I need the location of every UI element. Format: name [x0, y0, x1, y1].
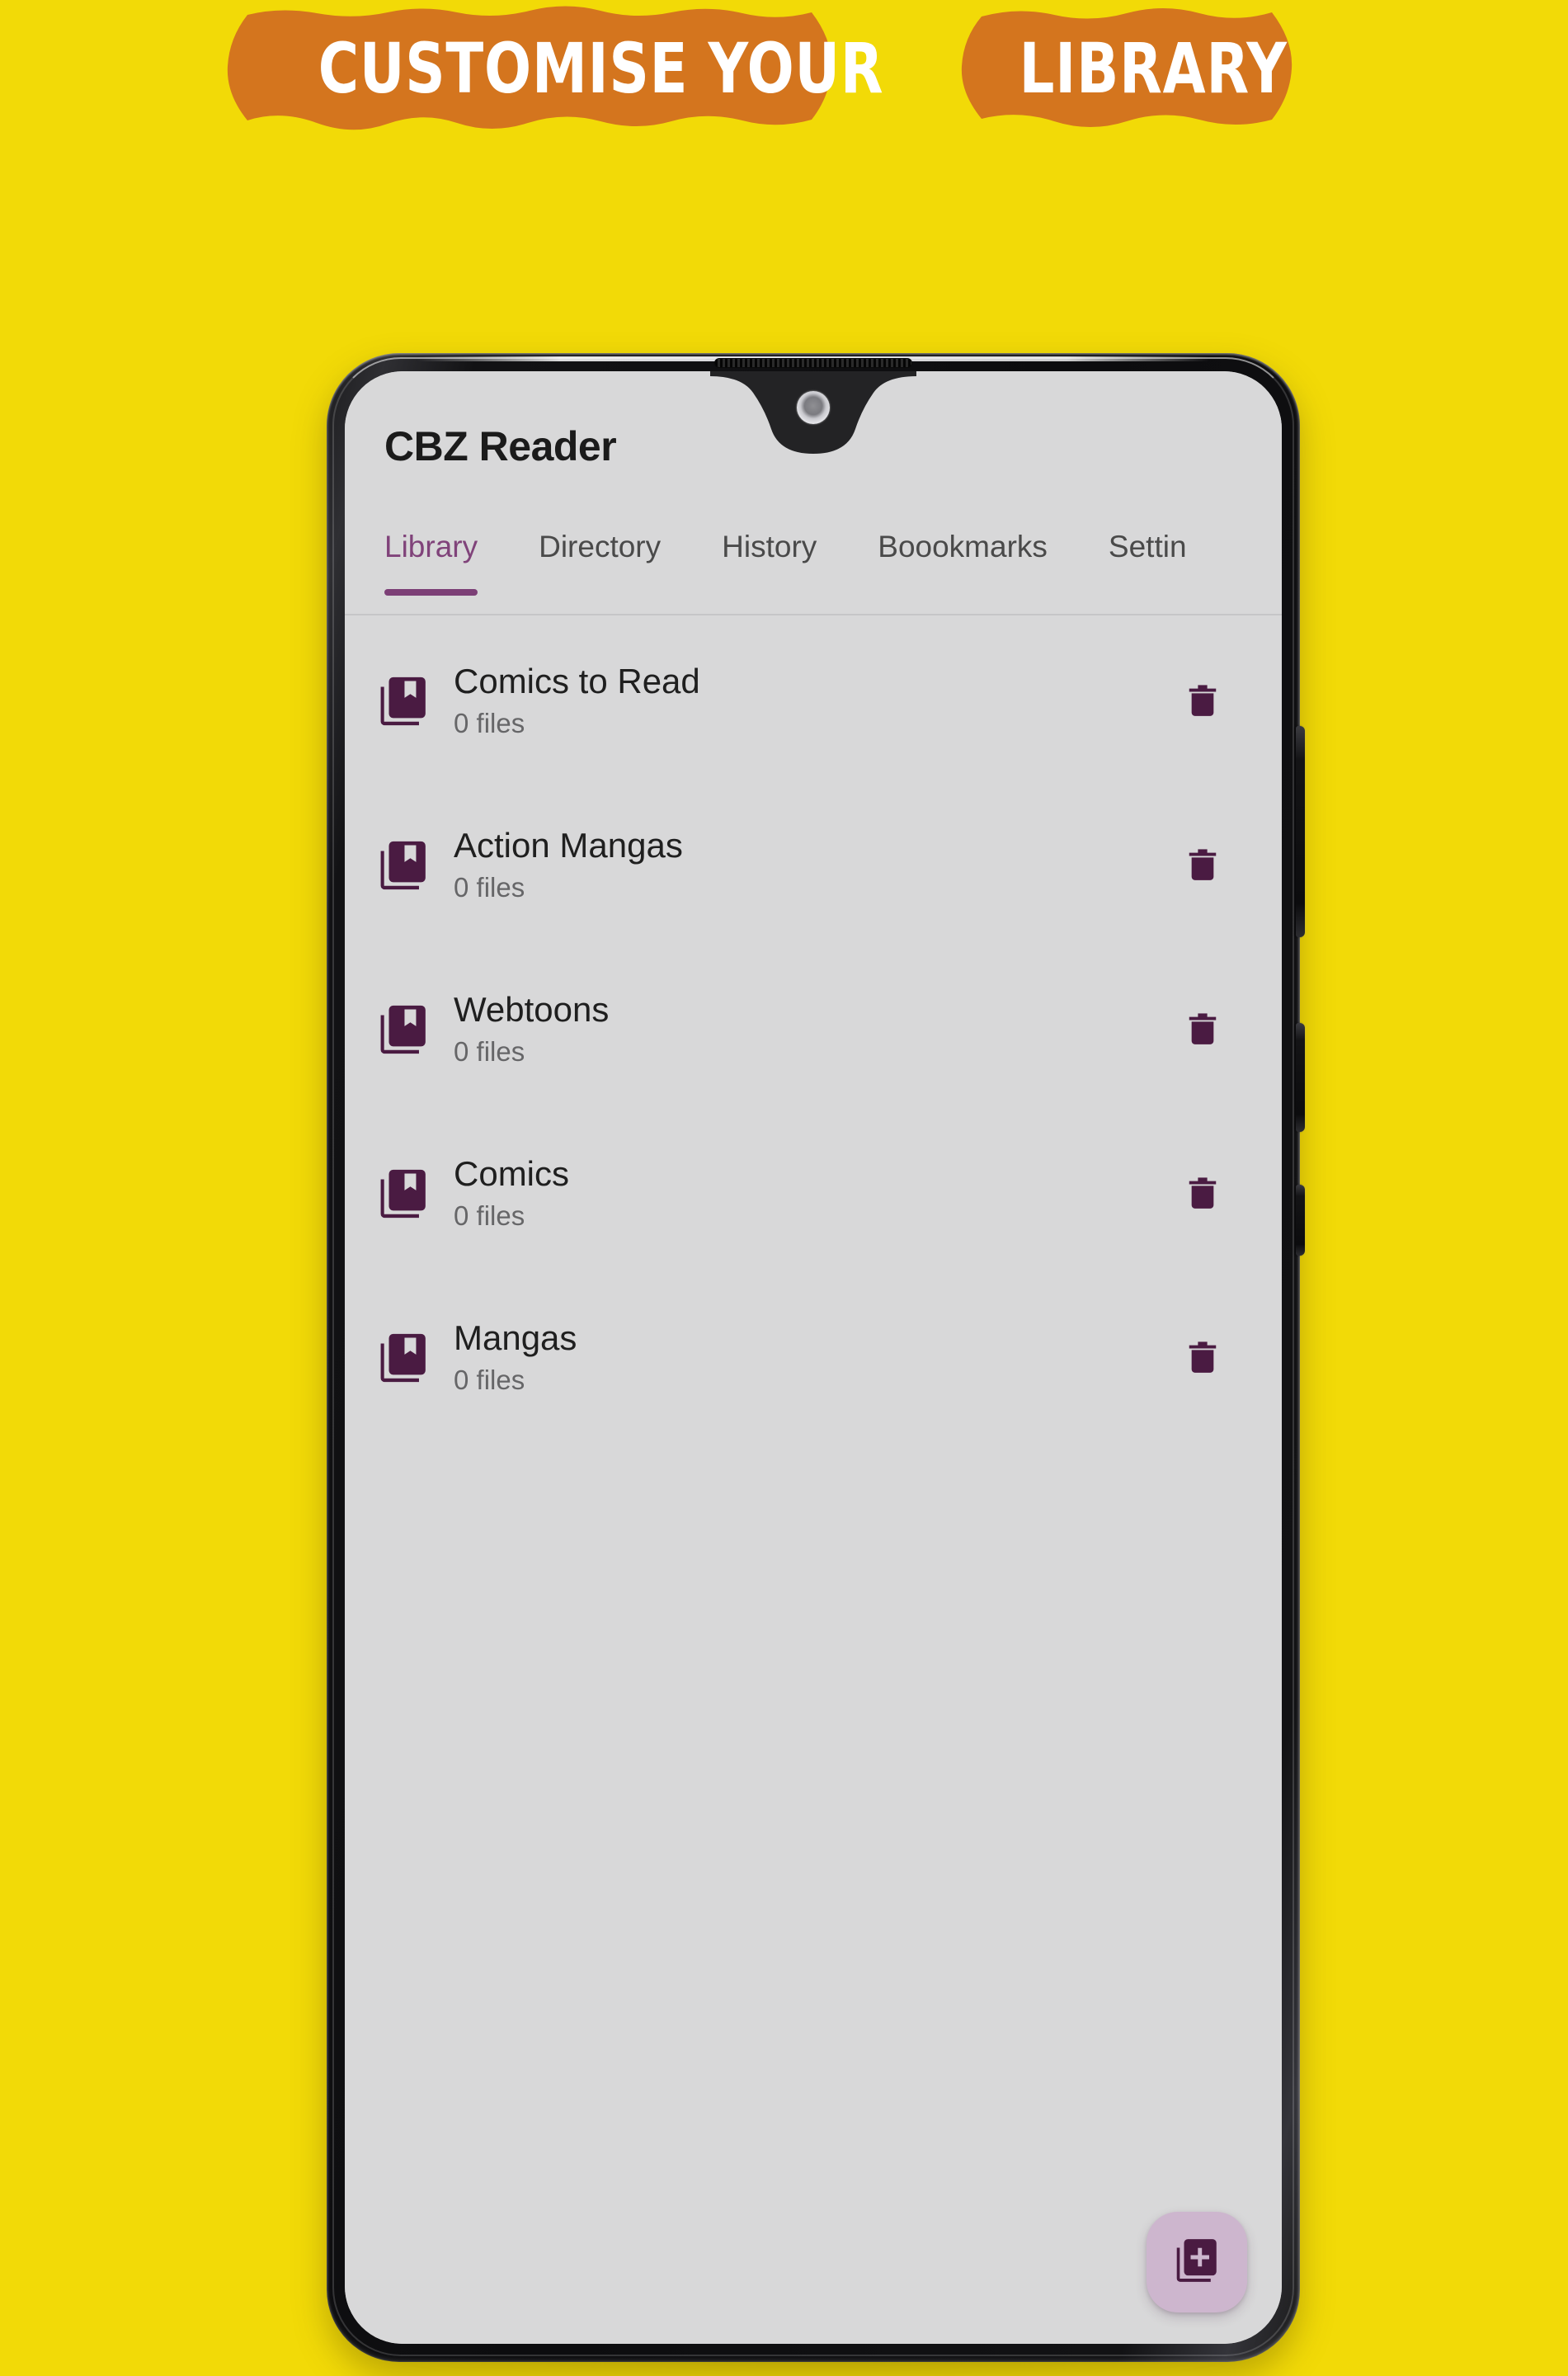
tab-settings[interactable]: Settin [1109, 520, 1187, 564]
collections-bookmark-icon [374, 1001, 432, 1058]
app-window: CBZ Reader Library Directory History Boo… [345, 371, 1282, 2344]
collections-bookmark-icon [374, 672, 432, 730]
list-item-file-count: 0 files [454, 1365, 525, 1396]
list-item-file-count: 0 files [454, 1200, 525, 1232]
phone-screen: CBZ Reader Library Directory History Boo… [345, 371, 1282, 2344]
tab-bookmarks-label: Boookmarks [878, 530, 1048, 563]
list-item-texts: Action Mangas 0 files [454, 825, 1173, 903]
add-library-fab[interactable] [1147, 2212, 1247, 2312]
list-item-texts: Comics 0 files [454, 1153, 1173, 1232]
tab-settings-label: Settin [1108, 530, 1187, 563]
list-item[interactable]: Comics to Read 0 files [345, 619, 1282, 783]
promo-banner-word-2: LIBRARY [1019, 28, 1288, 109]
collections-bookmark-icon [374, 837, 432, 894]
list-item-title: Action Mangas [454, 825, 683, 865]
list-item-texts: Webtoons 0 files [454, 989, 1173, 1068]
delete-trash-icon[interactable] [1173, 1000, 1232, 1059]
list-item-title: Webtoons [454, 989, 610, 1029]
list-item-title: Comics to Read [454, 661, 700, 700]
power-button[interactable] [1296, 1023, 1305, 1132]
tab-bookmarks[interactable]: Boookmarks [878, 520, 1048, 564]
list-item[interactable]: Webtoons 0 files [345, 947, 1282, 1111]
delete-trash-icon[interactable] [1173, 672, 1232, 731]
tab-library-label: Library [384, 530, 478, 563]
library-add-icon [1171, 2235, 1222, 2290]
tab-history-label: History [722, 530, 817, 563]
list-item-title: Comics [454, 1153, 570, 1193]
earpiece-speaker-icon [714, 358, 912, 368]
tab-directory[interactable]: Directory [539, 520, 661, 564]
delete-trash-icon[interactable] [1173, 836, 1232, 895]
list-item-texts: Mangas 0 files [454, 1318, 1173, 1396]
tab-directory-label: Directory [539, 530, 662, 563]
list-item-file-count: 0 files [454, 708, 525, 739]
phone-device-mockup: CBZ Reader Library Directory History Boo… [327, 353, 1305, 2362]
list-item-file-count: 0 files [454, 872, 525, 903]
collections-bookmark-icon [374, 1165, 432, 1223]
promo-banner-word-1: CUSTOMISE YOUR [318, 28, 884, 109]
tab-history[interactable]: History [722, 520, 817, 564]
library-list: Comics to Read 0 files Action Mangas 0 f… [345, 619, 1282, 1440]
volume-button[interactable] [1296, 726, 1305, 937]
tab-library[interactable]: Library [384, 520, 478, 596]
list-item[interactable]: Comics 0 files [345, 1111, 1282, 1275]
list-item[interactable]: Action Mangas 0 files [345, 783, 1282, 947]
tab-active-indicator [384, 589, 478, 596]
list-item-file-count: 0 files [454, 1036, 525, 1068]
list-item-title: Mangas [454, 1318, 577, 1357]
tab-bar[interactable]: Library Directory History Boookmarks Set… [345, 520, 1282, 615]
collections-bookmark-icon [374, 1329, 432, 1387]
side-key-button[interactable] [1296, 1185, 1305, 1256]
promo-banner: CUSTOMISE YOUR LIBRARY [0, 0, 1568, 140]
list-item-texts: Comics to Read 0 files [454, 662, 1173, 739]
delete-trash-icon[interactable] [1173, 1328, 1232, 1388]
list-item[interactable]: Mangas 0 files [345, 1275, 1282, 1440]
delete-trash-icon[interactable] [1173, 1164, 1232, 1223]
page-title: CBZ Reader [384, 423, 617, 469]
